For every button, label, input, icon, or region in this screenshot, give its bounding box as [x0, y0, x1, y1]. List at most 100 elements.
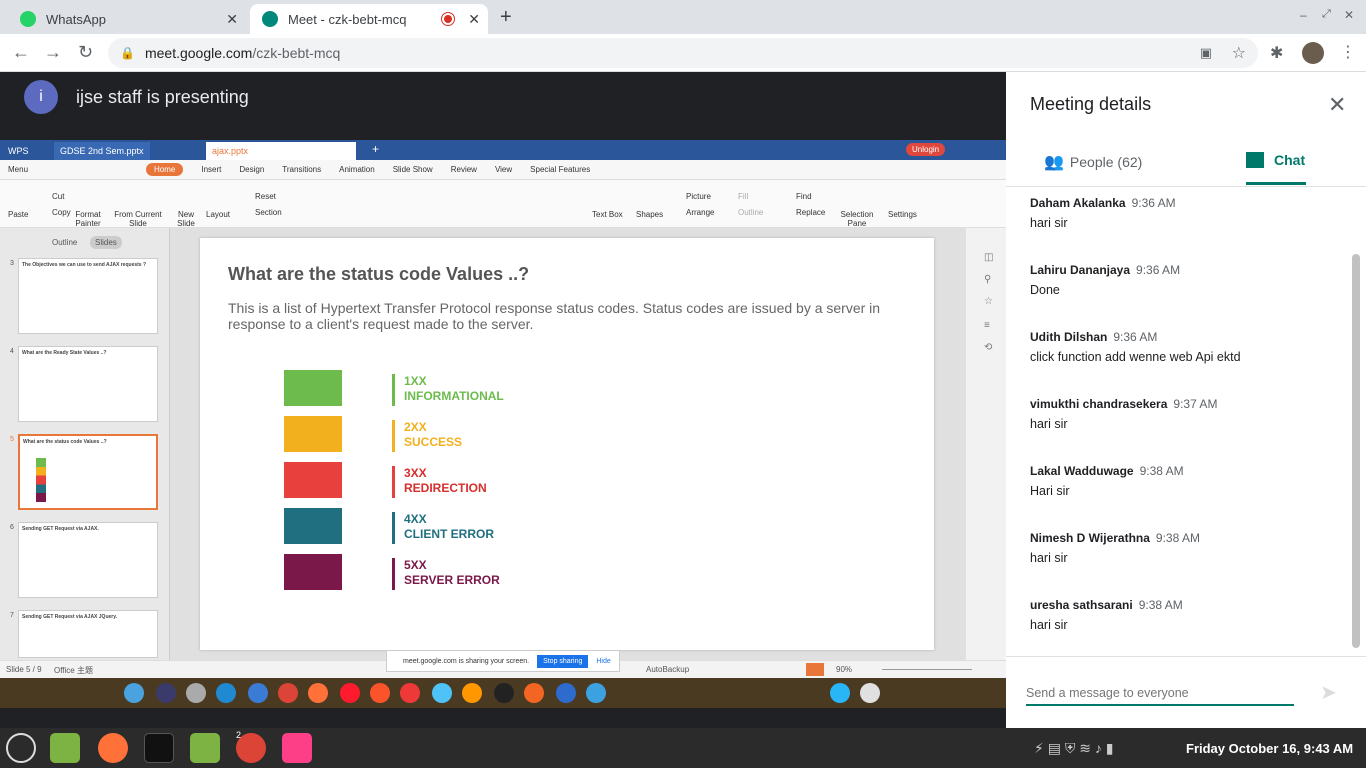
terminal-icon[interactable] — [144, 733, 174, 763]
close-tab-icon[interactable]: ✕ — [468, 11, 480, 28]
wps-doc-tab-active[interactable]: ajax.pptx — [206, 142, 356, 160]
ribbon-replace[interactable]: Replace — [796, 208, 825, 217]
play-slideshow-icon[interactable] — [806, 663, 824, 676]
active-tab-indicator — [1246, 182, 1306, 185]
folder-icon[interactable] — [190, 733, 220, 763]
close-window-button[interactable]: ✕ — [1344, 8, 1354, 22]
new-tab-button[interactable]: + — [500, 6, 512, 29]
ribbon-layout[interactable]: Layout — [206, 210, 230, 219]
dock-app-icon — [432, 683, 452, 703]
send-icon[interactable]: ➤ — [1320, 680, 1337, 705]
side-tool-icon[interactable]: ⟲ — [984, 342, 992, 353]
back-icon[interactable]: ← — [12, 42, 30, 63]
chat-message-input[interactable] — [1026, 682, 1294, 706]
zoom-slider[interactable] — [882, 669, 972, 670]
ribbon-cut[interactable]: Cut — [52, 192, 64, 201]
close-tab-icon[interactable]: ✕ — [226, 11, 238, 28]
ribbon-reset[interactable]: Reset — [255, 192, 276, 201]
ribbon-outline[interactable]: Outline — [738, 208, 763, 217]
status-block-5xx — [284, 554, 342, 590]
wps-menu-special[interactable]: Special Features — [530, 165, 590, 174]
url-field[interactable]: 🔒 meet.google.com/czk-bebt-mcq ▣ ☆ — [108, 38, 1258, 68]
extensions-icon[interactable]: ✱ — [1270, 43, 1283, 63]
ribbon-shapes[interactable]: Shapes — [636, 210, 663, 219]
wps-menu-home[interactable]: Home — [146, 163, 184, 176]
ribbon-arrange[interactable]: Arrange — [686, 208, 714, 217]
tab-chat[interactable]: Chat — [1246, 152, 1305, 168]
side-tool-icon[interactable]: ⚲ — [984, 274, 991, 285]
firefox-icon[interactable] — [98, 733, 128, 763]
ribbon-copy[interactable]: Copy — [52, 208, 71, 217]
ribbon-section[interactable]: Section — [255, 208, 282, 217]
wps-menu-view[interactable]: View — [495, 165, 512, 174]
ribbon-format-painter[interactable]: Format Painter — [74, 210, 102, 228]
slides-tab[interactable]: Slides — [90, 236, 122, 249]
ribbon-selection-pane[interactable]: Selection Pane — [840, 210, 874, 228]
camera-icon[interactable]: ▣ — [1200, 45, 1212, 61]
side-tool-icon[interactable]: ≡ — [984, 320, 990, 331]
os-taskbar: 2 ⚡ ▤ ⛨ ≋ ♪ ▮ Friday October 16, 9:43 AM — [0, 728, 1366, 768]
ribbon-picture[interactable]: Picture — [686, 192, 711, 201]
hide-notice-button[interactable]: Hide — [596, 658, 610, 665]
status-label-5xx: 5XX SERVER ERROR — [404, 558, 500, 587]
slide-thumbnail[interactable]: What are the Ready State Values ..? — [18, 346, 158, 422]
slide-thumbnail[interactable]: The Objectives we can use to send AJAX r… — [18, 258, 158, 334]
wps-tab-bar: WPS GDSE 2nd Sem.pptx ajax.pptx + Unlogi… — [0, 140, 1006, 160]
tray-icons[interactable]: ⚡ ▤ ⛨ ≋ ♪ ▮ — [1034, 740, 1113, 757]
forward-icon[interactable]: → — [44, 42, 62, 63]
mint-menu-icon[interactable] — [6, 733, 36, 763]
wps-new-tab-icon[interactable]: + — [372, 142, 379, 156]
accent-bar — [392, 466, 395, 498]
wps-doc-tab[interactable]: GDSE 2nd Sem.pptx — [54, 142, 150, 160]
stop-sharing-button[interactable]: Stop sharing — [537, 654, 589, 668]
wps-menu-transitions[interactable]: Transitions — [282, 165, 321, 174]
ribbon-from-current[interactable]: From Current Slide — [114, 210, 162, 228]
minimize-button[interactable]: – — [1300, 8, 1307, 22]
dock-app-icon — [586, 683, 606, 703]
shared-desktop-dock — [0, 678, 1006, 708]
side-tool-icon[interactable]: ◫ — [984, 252, 993, 263]
shared-screen: WPS GDSE 2nd Sem.pptx ajax.pptx + Unlogi… — [0, 140, 1006, 678]
intellij-icon[interactable] — [282, 733, 312, 763]
wps-menu-insert[interactable]: Insert — [201, 165, 221, 174]
reload-icon[interactable]: ↻ — [78, 42, 93, 63]
zoom-level[interactable]: 90% — [836, 665, 852, 674]
slide-thumbnail[interactable]: Sending GET Request via AJAX. — [18, 522, 158, 598]
browser-menu-icon[interactable]: ⋮ — [1340, 42, 1356, 62]
wps-menu-design[interactable]: Design — [239, 165, 264, 174]
ribbon-new-slide[interactable]: New Slide — [174, 210, 198, 228]
browser-tab-bar: WhatsApp ✕ Meet - czk-bebt-mcq ✕ + – ⤢ ✕ — [0, 0, 1366, 34]
ribbon-fill[interactable]: Fill — [738, 192, 748, 201]
ribbon-paste[interactable]: Paste — [8, 210, 28, 219]
files-icon[interactable] — [50, 733, 80, 763]
wps-side-toolbar: ◫ ⚲ ☆ ≡ ⟲ — [966, 228, 1006, 660]
wps-home-tab[interactable]: WPS — [2, 142, 35, 160]
status-block-1xx — [284, 370, 342, 406]
dock-app-icon — [340, 683, 360, 703]
wps-menu[interactable]: Menu — [8, 165, 28, 174]
profile-avatar[interactable] — [1302, 42, 1324, 64]
unlogin-button[interactable]: Unlogin — [906, 143, 946, 156]
side-tool-icon[interactable]: ☆ — [984, 296, 993, 307]
tab-meet[interactable]: Meet - czk-bebt-mcq ✕ — [250, 4, 488, 34]
ribbon-find[interactable]: Find — [796, 192, 812, 201]
ribbon-textbox[interactable]: Text Box — [592, 210, 623, 219]
current-slide[interactable]: What are the status code Values ..? This… — [200, 238, 934, 650]
autobackup-label[interactable]: AutoBackup — [646, 665, 689, 674]
chat-scrollbar[interactable] — [1352, 254, 1360, 648]
dock-app-icon — [370, 683, 390, 703]
outline-tab[interactable]: Outline — [52, 238, 77, 247]
wps-menu-review[interactable]: Review — [451, 165, 477, 174]
dock-app-icon — [186, 683, 206, 703]
tab-whatsapp[interactable]: WhatsApp ✕ — [8, 4, 246, 34]
tab-people[interactable]: 👥 People (62) — [1044, 152, 1142, 172]
clock[interactable]: Friday October 16, 9:43 AM — [1186, 741, 1353, 756]
wps-menu-animation[interactable]: Animation — [339, 165, 375, 174]
maximize-button[interactable]: ⤢ — [1322, 8, 1331, 21]
bookmark-star-icon[interactable]: ☆ — [1232, 43, 1246, 63]
wps-menu-slideshow[interactable]: Slide Show — [393, 165, 433, 174]
slide-thumbnail[interactable]: Sending GET Request via AJAX JQuery. — [18, 610, 158, 658]
slide-thumbnail-selected[interactable]: What are the status code Values ..? — [18, 434, 158, 510]
close-panel-icon[interactable]: ✕ — [1328, 92, 1346, 118]
ribbon-settings[interactable]: Settings — [888, 210, 917, 219]
